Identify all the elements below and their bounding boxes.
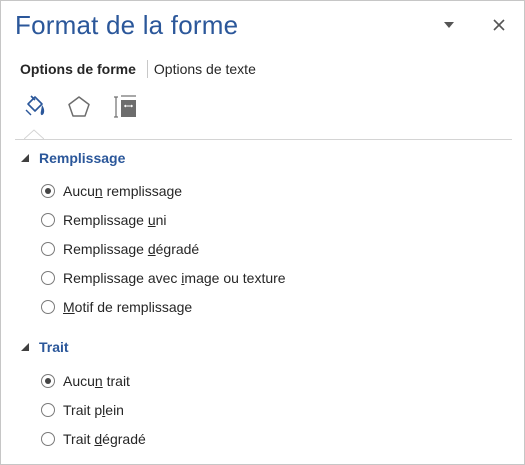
close-icon <box>493 19 505 31</box>
line-option[interactable]: Aucun trait <box>41 371 130 391</box>
option-label: Remplissage uni <box>63 212 167 228</box>
fill-option[interactable]: Motif de remplissage <box>41 297 192 317</box>
radio-button[interactable] <box>41 374 55 388</box>
pane-title: Format de la forme <box>15 10 239 40</box>
section-title-fill: Remplissage <box>39 150 126 166</box>
fill-option[interactable]: Remplissage dégradé <box>41 239 199 259</box>
close-button[interactable] <box>485 11 513 39</box>
effects-tab[interactable] <box>64 91 94 123</box>
collapse-triangle-icon <box>21 154 29 162</box>
format-shape-pane: Format de la forme Options de forme Opti… <box>0 0 525 465</box>
option-label: Trait dégradé <box>63 431 146 447</box>
section-title-line: Trait <box>39 339 69 355</box>
section-header-line[interactable]: Trait <box>20 338 69 356</box>
divider <box>15 139 512 140</box>
radio-button[interactable] <box>41 403 55 417</box>
radio-button[interactable] <box>41 271 55 285</box>
task-pane-options-button[interactable] <box>435 11 463 39</box>
option-label: Trait plein <box>63 402 124 418</box>
fill-option[interactable]: Aucun remplissage <box>41 181 182 201</box>
option-label: Motif de remplissage <box>63 299 193 315</box>
fill-line-tab[interactable] <box>19 91 49 123</box>
paint-bucket-icon <box>25 95 45 116</box>
radio-button[interactable] <box>41 242 55 256</box>
size-properties-tab[interactable] <box>110 91 140 123</box>
line-option[interactable]: Trait plein <box>41 400 124 420</box>
collapse-triangle-icon <box>21 343 29 351</box>
option-label: Aucun remplissage <box>63 183 183 199</box>
pentagon-icon <box>68 96 90 117</box>
fill-option[interactable]: Remplissage avec image ou texture <box>41 268 286 288</box>
tab-text-options[interactable]: Options de texte <box>154 61 256 77</box>
radio-button[interactable] <box>41 184 55 198</box>
radio-button[interactable] <box>41 213 55 227</box>
section-header-fill[interactable]: Remplissage <box>20 149 125 167</box>
size-properties-icon <box>114 95 136 118</box>
fill-option[interactable]: Remplissage uni <box>41 210 167 230</box>
tab-separator <box>146 60 148 78</box>
radio-button[interactable] <box>41 300 55 314</box>
option-label: Remplissage avec image ou texture <box>63 270 286 286</box>
radio-button[interactable] <box>41 432 55 446</box>
option-label: Aucun trait <box>63 373 130 389</box>
line-option[interactable]: Trait dégradé <box>41 429 146 449</box>
options-tabs: Options de forme Options de texte <box>20 59 256 79</box>
dropdown-arrow-icon <box>444 22 454 28</box>
tab-shape-options[interactable]: Options de forme <box>20 61 136 77</box>
option-label: Remplissage dégradé <box>63 241 200 257</box>
